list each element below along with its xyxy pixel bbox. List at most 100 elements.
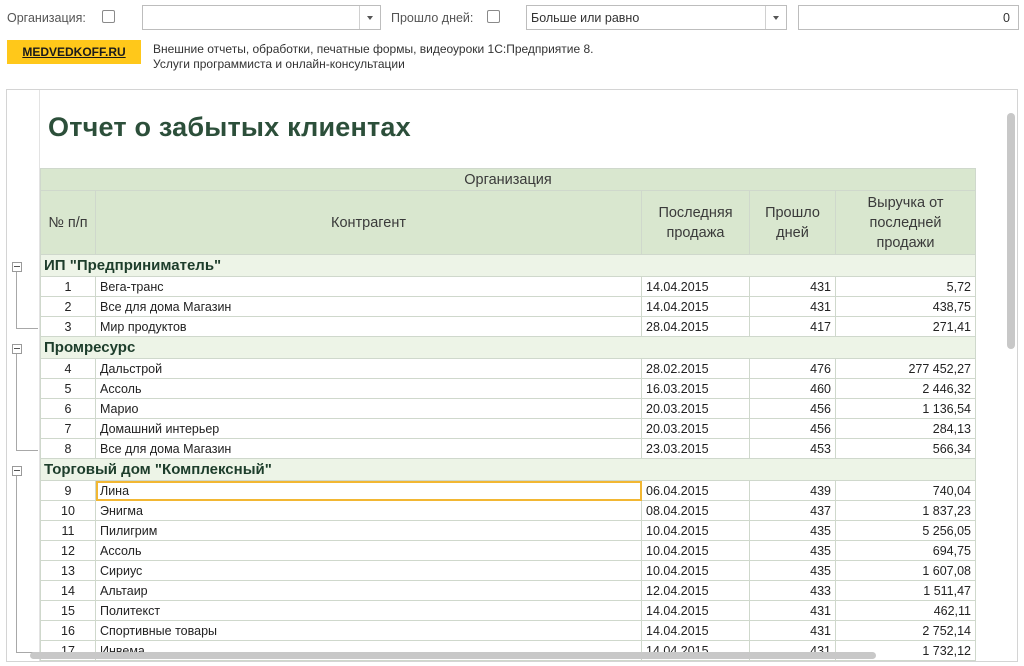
collapse-group-icon[interactable] xyxy=(12,465,22,476)
table-row[interactable]: 7 Домашний интерьер 20.03.2015 456 284,13 xyxy=(40,418,976,439)
revenue-cell[interactable]: 1 837,23 xyxy=(835,500,976,521)
table-row[interactable]: 13 Сириус 10.04.2015 435 1 607,08 xyxy=(40,560,976,581)
counterparty-cell[interactable]: Домашний интерьер xyxy=(95,418,642,439)
table-row[interactable]: 12 Ассоль 10.04.2015 435 694,75 xyxy=(40,540,976,561)
counterparty-cell[interactable]: Марио xyxy=(95,398,642,419)
days-passed-cell[interactable]: 435 xyxy=(749,540,836,561)
condition-select[interactable]: Больше или равно xyxy=(526,5,787,30)
days-passed-cell[interactable]: 435 xyxy=(749,520,836,541)
days-passed-cell[interactable]: 433 xyxy=(749,580,836,601)
last-sale-date-cell[interactable]: 08.04.2015 xyxy=(641,500,750,521)
last-sale-date-cell[interactable]: 12.04.2015 xyxy=(641,580,750,601)
revenue-cell[interactable]: 438,75 xyxy=(835,296,976,317)
counterparty-cell[interactable]: Дальстрой xyxy=(95,358,642,379)
days-passed-cell[interactable]: 456 xyxy=(749,398,836,419)
table-row[interactable]: 9 Лина 06.04.2015 439 740,04 xyxy=(40,480,976,501)
group-row[interactable]: Промресурс xyxy=(40,336,976,359)
row-number[interactable]: 5 xyxy=(40,378,96,399)
days-passed-cell[interactable]: 456 xyxy=(749,418,836,439)
revenue-cell[interactable]: 5 256,05 xyxy=(835,520,976,541)
row-number[interactable]: 7 xyxy=(40,418,96,439)
table-row[interactable]: 2 Все для дома Магазин 14.04.2015 431 438,75 xyxy=(40,296,976,317)
row-number[interactable]: 4 xyxy=(40,358,96,379)
counterparty-cell[interactable]: Вега-транс xyxy=(95,276,642,297)
revenue-cell[interactable]: 284,13 xyxy=(835,418,976,439)
revenue-cell[interactable]: 566,34 xyxy=(835,438,976,459)
revenue-cell[interactable]: 1 511,47 xyxy=(835,580,976,601)
last-sale-date-cell[interactable]: 23.03.2015 xyxy=(641,438,750,459)
row-number[interactable]: 1 xyxy=(40,276,96,297)
vertical-scrollbar[interactable] xyxy=(1007,113,1015,349)
days-passed-cell[interactable]: 417 xyxy=(749,316,836,337)
last-sale-date-cell[interactable]: 20.03.2015 xyxy=(641,418,750,439)
group-row[interactable]: ИП "Предприниматель" xyxy=(40,254,976,277)
table-row[interactable]: 5 Ассоль 16.03.2015 460 2 446,32 xyxy=(40,378,976,399)
days-passed-cell[interactable]: 431 xyxy=(749,600,836,621)
days-passed-cell[interactable]: 453 xyxy=(749,438,836,459)
row-number[interactable]: 16 xyxy=(40,620,96,641)
counterparty-cell[interactable]: Ассоль xyxy=(95,540,642,561)
counterparty-cell[interactable]: Политекст xyxy=(95,600,642,621)
row-number[interactable]: 14 xyxy=(40,580,96,601)
revenue-cell[interactable]: 694,75 xyxy=(835,540,976,561)
last-sale-date-cell[interactable]: 10.04.2015 xyxy=(641,540,750,561)
counterparty-cell[interactable]: Мир продуктов xyxy=(95,316,642,337)
last-sale-date-cell[interactable]: 10.04.2015 xyxy=(641,560,750,581)
revenue-cell[interactable]: 5,72 xyxy=(835,276,976,297)
counterparty-cell[interactable]: Энигма xyxy=(95,500,642,521)
organization-filter-checkbox[interactable] xyxy=(102,10,115,23)
row-number[interactable]: 6 xyxy=(40,398,96,419)
revenue-cell[interactable]: 2 446,32 xyxy=(835,378,976,399)
row-number[interactable]: 11 xyxy=(40,520,96,541)
chevron-down-icon[interactable] xyxy=(359,6,380,29)
counterparty-cell[interactable]: Сириус xyxy=(95,560,642,581)
counterparty-cell[interactable]: Все для дома Магазин xyxy=(95,438,642,459)
organization-select[interactable] xyxy=(142,5,381,30)
last-sale-date-cell[interactable]: 14.04.2015 xyxy=(641,296,750,317)
counterparty-cell[interactable]: Ассоль xyxy=(95,378,642,399)
table-row[interactable]: 14 Альтаир 12.04.2015 433 1 511,47 xyxy=(40,580,976,601)
table-row[interactable]: 1 Вега-транс 14.04.2015 431 5,72 xyxy=(40,276,976,297)
table-row[interactable]: 6 Марио 20.03.2015 456 1 136,54 xyxy=(40,398,976,419)
last-sale-date-cell[interactable]: 14.04.2015 xyxy=(641,276,750,297)
last-sale-date-cell[interactable]: 28.02.2015 xyxy=(641,358,750,379)
revenue-cell[interactable]: 740,04 xyxy=(835,480,976,501)
days-passed-cell[interactable]: 460 xyxy=(749,378,836,399)
collapse-group-icon[interactable] xyxy=(12,261,22,272)
revenue-cell[interactable]: 1 136,54 xyxy=(835,398,976,419)
days-value-input[interactable]: 0 xyxy=(798,5,1019,30)
days-passed-cell[interactable]: 431 xyxy=(749,276,836,297)
row-number[interactable]: 15 xyxy=(40,600,96,621)
group-row[interactable]: Торговый дом "Комплексный" xyxy=(40,458,976,481)
row-number[interactable]: 12 xyxy=(40,540,96,561)
row-number[interactable]: 9 xyxy=(40,480,96,501)
counterparty-cell[interactable]: Лина xyxy=(95,480,642,501)
revenue-cell[interactable]: 462,11 xyxy=(835,600,976,621)
days-passed-cell[interactable]: 431 xyxy=(749,296,836,317)
row-number[interactable]: 2 xyxy=(40,296,96,317)
last-sale-date-cell[interactable]: 28.04.2015 xyxy=(641,316,750,337)
revenue-cell[interactable]: 1 607,08 xyxy=(835,560,976,581)
table-row[interactable]: 4 Дальстрой 28.02.2015 476 277 452,27 xyxy=(40,358,976,379)
table-row[interactable]: 8 Все для дома Магазин 23.03.2015 453 566,34 xyxy=(40,438,976,459)
revenue-cell[interactable]: 271,41 xyxy=(835,316,976,337)
table-row[interactable]: 16 Спортивные товары 14.04.2015 431 2 752,14 xyxy=(40,620,976,641)
last-sale-date-cell[interactable]: 14.04.2015 xyxy=(641,620,750,641)
table-row[interactable]: 3 Мир продуктов 28.04.2015 417 271,41 xyxy=(40,316,976,337)
table-row[interactable]: 15 Политекст 14.04.2015 431 462,11 xyxy=(40,600,976,621)
counterparty-cell[interactable]: Альтаир xyxy=(95,580,642,601)
revenue-cell[interactable]: 2 752,14 xyxy=(835,620,976,641)
table-row[interactable]: 11 Пилигрим 10.04.2015 435 5 256,05 xyxy=(40,520,976,541)
days-passed-cell[interactable]: 439 xyxy=(749,480,836,501)
counterparty-cell[interactable]: Пилигрим xyxy=(95,520,642,541)
chevron-down-icon[interactable] xyxy=(765,6,786,29)
row-number[interactable]: 3 xyxy=(40,316,96,337)
row-number[interactable]: 8 xyxy=(40,438,96,459)
revenue-cell[interactable]: 277 452,27 xyxy=(835,358,976,379)
counterparty-cell[interactable]: Все для дома Магазин xyxy=(95,296,642,317)
days-passed-cell[interactable]: 435 xyxy=(749,560,836,581)
last-sale-date-cell[interactable]: 10.04.2015 xyxy=(641,520,750,541)
row-number[interactable]: 10 xyxy=(40,500,96,521)
last-sale-date-cell[interactable]: 16.03.2015 xyxy=(641,378,750,399)
days-passed-cell[interactable]: 431 xyxy=(749,620,836,641)
